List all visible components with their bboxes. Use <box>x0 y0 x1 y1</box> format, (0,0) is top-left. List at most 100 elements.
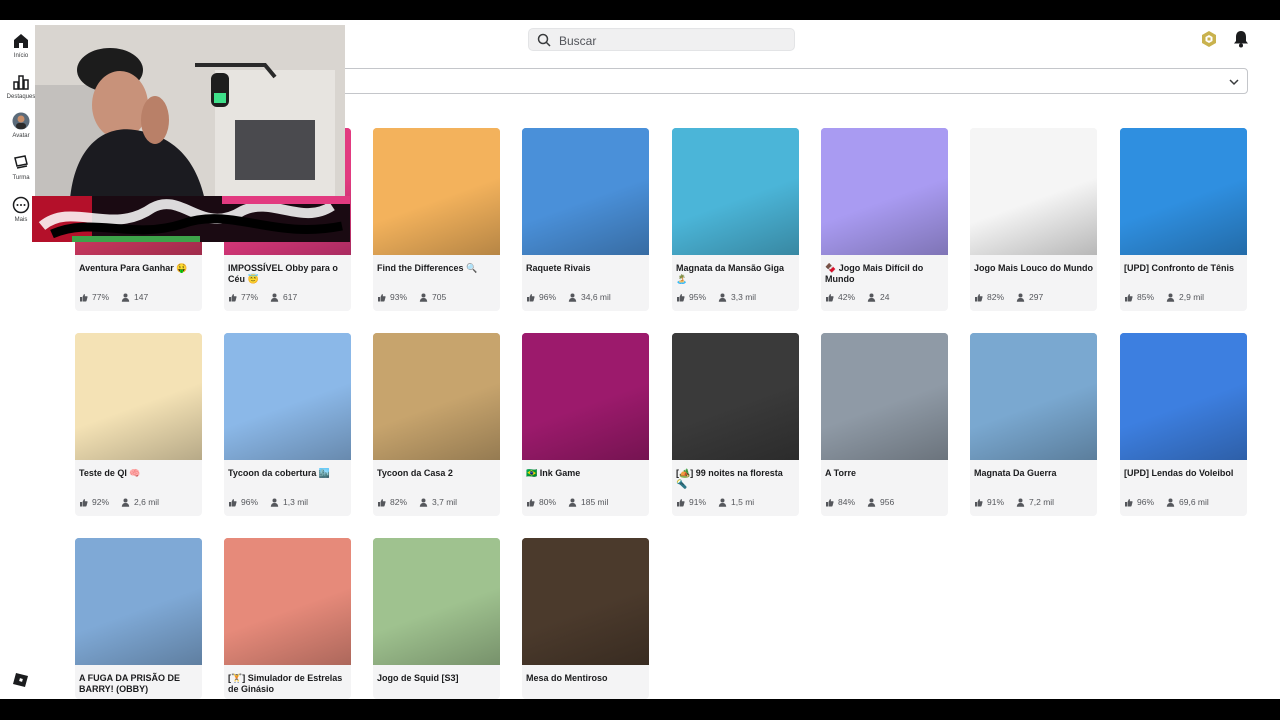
game-card[interactable]: 🍫 Jogo Mais Difícil do Mundo 42% 24 <box>821 128 948 311</box>
game-title[interactable]: Aventura Para Ganhar 🤑 <box>79 263 199 274</box>
roblox-logo-button[interactable] <box>0 671 42 689</box>
game-thumbnail[interactable] <box>821 128 948 255</box>
thumbs-up-icon <box>229 498 237 506</box>
game-title[interactable]: [🏕️] 99 noites na floresta 🔦 <box>676 468 796 490</box>
game-card[interactable]: A Torre 84% 956 <box>821 333 948 516</box>
game-card[interactable]: Raquete Rivais 96% 34,6 mil <box>522 128 649 311</box>
game-stats: 77% 147 <box>79 292 148 302</box>
game-title[interactable]: Tycoon da cobertura 🏙️ <box>228 468 348 479</box>
game-title[interactable]: 🇧🇷 Ink Game <box>526 468 646 479</box>
charts-icon <box>13 75 29 90</box>
robux-button[interactable] <box>1200 30 1218 53</box>
players-icon <box>1166 293 1175 302</box>
thumbs-up-icon <box>378 293 386 301</box>
game-card[interactable]: Jogo Mais Louco do Mundo 82% 297 <box>970 128 1097 311</box>
players-icon <box>1166 498 1175 507</box>
game-thumbnail[interactable] <box>970 128 1097 255</box>
game-title[interactable]: A Torre <box>825 468 945 479</box>
game-rating: 85% <box>1137 292 1155 302</box>
game-thumbnail[interactable] <box>1120 128 1247 255</box>
game-players: 617 <box>283 292 298 302</box>
notifications-button[interactable] <box>1233 30 1249 53</box>
game-card[interactable]: 🇧🇷 Ink Game 80% 185 mil <box>522 333 649 516</box>
game-stats: 95% 3,3 mil <box>676 292 756 302</box>
game-card[interactable]: [🏋️] Simulador de Estrelas de Ginásio <box>224 538 351 699</box>
players-icon <box>718 293 727 302</box>
game-thumbnail[interactable] <box>224 333 351 460</box>
game-title[interactable]: [UPD] Lendas do Voleibol <box>1124 468 1244 479</box>
game-card[interactable]: Magnata da Mansão Giga 🏝️ 95% 3,3 mil <box>672 128 799 311</box>
game-card[interactable]: Tycoon da Casa 2 82% 3,7 mil <box>373 333 500 516</box>
game-title[interactable]: Magnata Da Guerra <box>974 468 1094 479</box>
game-thumbnail[interactable] <box>970 333 1097 460</box>
game-players: 1,5 mi <box>731 497 755 507</box>
thumbs-up-icon <box>826 498 834 506</box>
players-icon <box>419 498 428 507</box>
game-card[interactable]: [🏕️] 99 noites na floresta 🔦 91% 1,5 mi <box>672 333 799 516</box>
game-rating: 84% <box>838 497 856 507</box>
thumbs-up-icon <box>378 498 386 506</box>
sort-dropdown[interactable] <box>335 68 1248 94</box>
game-thumbnail[interactable] <box>373 128 500 255</box>
game-thumbnail[interactable] <box>672 128 799 255</box>
game-title[interactable]: Magnata da Mansão Giga 🏝️ <box>676 263 796 285</box>
search-bar[interactable]: Buscar <box>528 28 795 51</box>
game-thumbnail[interactable] <box>373 333 500 460</box>
game-players: 956 <box>880 497 895 507</box>
game-card[interactable]: [UPD] Confronto de Tênis 85% 2,9 mil <box>1120 128 1247 311</box>
game-card[interactable]: Jogo de Squid [S3] <box>373 538 500 699</box>
game-rating: 42% <box>838 292 856 302</box>
players-icon <box>419 293 428 302</box>
game-card[interactable]: [UPD] Lendas do Voleibol 96% 69,6 mil <box>1120 333 1247 516</box>
game-title[interactable]: Mesa do Mentiroso <box>526 673 646 684</box>
game-title[interactable]: [🏋️] Simulador de Estrelas de Ginásio <box>228 673 348 695</box>
streamer-logo <box>32 196 350 242</box>
game-title[interactable]: Raquete Rivais <box>526 263 646 274</box>
game-title[interactable]: A FUGA DA PRISÃO DE BARRY! (OBBY) <box>79 673 199 695</box>
game-title[interactable]: Teste de QI 🧠 <box>79 468 199 479</box>
game-card[interactable]: Find the Differences 🔍 93% 705 <box>373 128 500 311</box>
game-title[interactable]: Find the Differences 🔍 <box>377 263 497 274</box>
game-thumbnail[interactable] <box>522 538 649 665</box>
game-thumbnail[interactable] <box>75 538 202 665</box>
players-icon <box>270 498 279 507</box>
game-players: 69,6 mil <box>1179 497 1209 507</box>
game-card[interactable]: Magnata Da Guerra 91% 7,2 mil <box>970 333 1097 516</box>
players-icon <box>121 498 130 507</box>
game-stats: 91% 1,5 mi <box>676 497 754 507</box>
game-title[interactable]: Jogo de Squid [S3] <box>377 673 497 684</box>
game-thumbnail[interactable] <box>224 538 351 665</box>
game-players: 3,7 mil <box>432 497 458 507</box>
game-title[interactable]: Tycoon da Casa 2 <box>377 468 497 479</box>
game-title[interactable]: 🍫 Jogo Mais Difícil do Mundo <box>825 263 945 285</box>
game-players: 2,6 mil <box>134 497 160 507</box>
game-rating: 82% <box>390 497 408 507</box>
avatar-icon <box>12 112 30 130</box>
game-card[interactable]: Tycoon da cobertura 🏙️ 96% 1,3 mil <box>224 333 351 516</box>
game-title[interactable]: [UPD] Confronto de Tênis <box>1124 263 1244 274</box>
game-card[interactable]: Mesa do Mentiroso <box>522 538 649 699</box>
game-thumbnail[interactable] <box>522 128 649 255</box>
home-icon <box>14 34 28 48</box>
game-players: 24 <box>880 292 890 302</box>
game-title[interactable]: Jogo Mais Louco do Mundo <box>974 263 1094 274</box>
game-thumbnail[interactable] <box>75 333 202 460</box>
game-thumbnail[interactable] <box>1120 333 1247 460</box>
search-input[interactable]: Buscar <box>559 34 596 48</box>
game-thumbnail[interactable] <box>522 333 649 460</box>
thumbs-up-icon <box>80 293 88 301</box>
players-icon <box>1016 293 1025 302</box>
game-thumbnail[interactable] <box>672 333 799 460</box>
game-card[interactable]: A FUGA DA PRISÃO DE BARRY! (OBBY) <box>75 538 202 699</box>
game-card[interactable]: Teste de QI 🧠 92% 2,6 mil <box>75 333 202 516</box>
players-icon <box>121 293 130 302</box>
players-icon <box>568 293 577 302</box>
game-thumbnail[interactable] <box>373 538 500 665</box>
game-players: 1,3 mil <box>283 497 309 507</box>
game-thumbnail[interactable] <box>821 333 948 460</box>
game-title[interactable]: IMPOSSÍVEL Obby para o Céu 😇 <box>228 263 348 285</box>
game-rating: 96% <box>1137 497 1155 507</box>
game-players: 34,6 mil <box>581 292 611 302</box>
game-rating: 96% <box>539 292 557 302</box>
players-icon <box>867 498 876 507</box>
